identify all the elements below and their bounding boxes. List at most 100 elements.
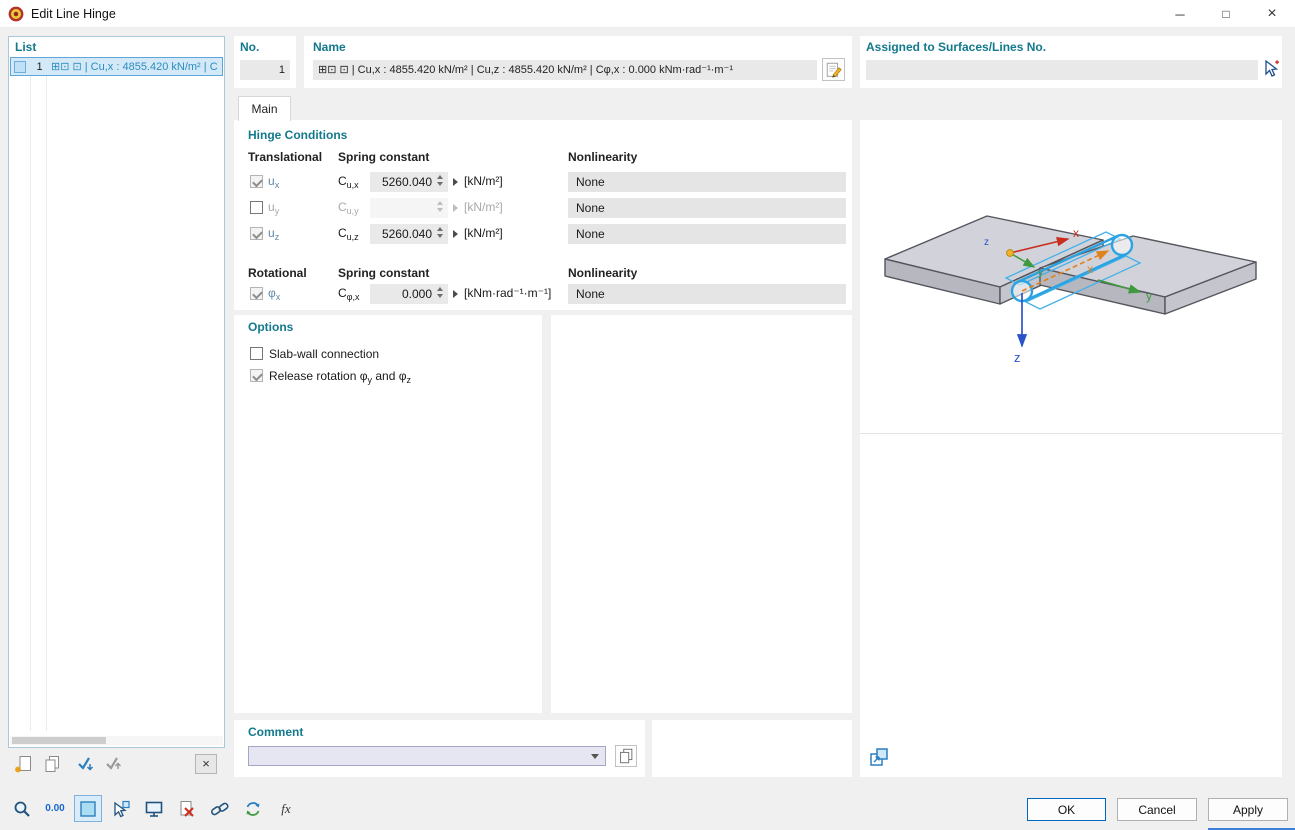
- list-horizontal-scrollbar[interactable]: [10, 736, 223, 745]
- copy-comment-button[interactable]: [615, 745, 637, 767]
- scrollbar-thumb[interactable]: [12, 737, 106, 744]
- spring-constant-phix-field[interactable]: 0.000: [370, 284, 448, 304]
- uncheck-arrow-icon: [106, 757, 122, 770]
- minimize-button[interactable]: ─: [1157, 0, 1203, 28]
- rotational-header: Rotational: [248, 266, 307, 280]
- hinge-name-field[interactable]: ⊞⊡ ⊡ | Cu,x : 4855.420 kN/m² | Cu,z : 48…: [313, 60, 817, 80]
- check-arrow-icon: [78, 757, 94, 771]
- decimal-places-button[interactable]: 0.00: [41, 795, 69, 822]
- options-title: Options: [248, 320, 294, 334]
- copy-hinge-button[interactable]: [40, 752, 64, 776]
- origin-node: [1006, 249, 1014, 257]
- exchange-button[interactable]: [239, 795, 267, 822]
- chain-icon: [211, 802, 229, 815]
- select-related-button[interactable]: [107, 795, 135, 822]
- cancel-button[interactable]: Cancel: [1117, 798, 1197, 821]
- expand-graphic-icon: [870, 748, 888, 766]
- assigned-card: Assigned to Surfaces/Lines No.: [860, 36, 1282, 88]
- x-axis-label: x: [1073, 226, 1079, 240]
- tab-main[interactable]: Main: [238, 96, 291, 121]
- line-hinge-icon: [14, 60, 26, 73]
- maximize-button[interactable]: □: [1203, 0, 1249, 28]
- empty-bottom-panel: [652, 720, 852, 777]
- nonlinearity-header: Nonlinearity: [568, 150, 638, 164]
- check-all-button[interactable]: [74, 752, 98, 776]
- name-card: Name ⊞⊡ ⊡ | Cu,x : 4855.420 kN/m² | Cu,z…: [304, 36, 852, 88]
- cuy-label: Cu,y: [338, 200, 359, 216]
- show-in-graphic-button[interactable]: [140, 795, 168, 822]
- new-hinge-button[interactable]: [12, 752, 36, 776]
- cux-label: Cu,x: [338, 174, 359, 190]
- copy-icon: [45, 756, 59, 772]
- sync-arrows-icon: [246, 801, 260, 816]
- color-swatch-button[interactable]: [74, 795, 102, 822]
- close-icon: ×: [1267, 5, 1277, 22]
- graphic-divider: [860, 433, 1282, 434]
- hinge-3d-preview[interactable]: x x y y z z: [860, 120, 1282, 430]
- comment-combobox[interactable]: [248, 746, 606, 766]
- app-icon: [8, 6, 24, 21]
- ux-detail-arrow[interactable]: [453, 178, 458, 186]
- ux-nonlinearity-select[interactable]: None: [568, 172, 846, 192]
- delete-list-item-button[interactable]: ×: [195, 754, 217, 774]
- uz-detail-arrow[interactable]: [453, 230, 458, 238]
- minimize-icon: ─: [1175, 6, 1185, 22]
- hinge-conditions-title: Hinge Conditions: [248, 128, 348, 142]
- spring-constant-ux-field[interactable]: 5260.040: [370, 172, 448, 192]
- delete-icon: [180, 800, 194, 817]
- list-panel: List 1 ⊞⊡ ⊡ | Cu,x : 4855.420 kN/m² | C: [8, 36, 225, 748]
- find-button[interactable]: [8, 795, 36, 822]
- list-item-number: 1: [36, 61, 43, 73]
- cuz-label: Cu,z: [338, 226, 359, 242]
- list-toolbar: ×: [8, 752, 225, 778]
- comment-title: Comment: [248, 725, 304, 739]
- uy-nonlinearity-select[interactable]: None: [568, 198, 846, 218]
- maximize-icon: □: [1222, 7, 1230, 21]
- uy-detail-arrow: [453, 204, 458, 212]
- uz-spinner[interactable]: [437, 227, 445, 238]
- copy-icon: [620, 748, 633, 764]
- function-button[interactable]: fx: [272, 795, 300, 822]
- z-axis-label: z: [1014, 350, 1021, 365]
- rename-button[interactable]: [822, 58, 845, 81]
- phix-nonlinearity-select[interactable]: None: [568, 284, 846, 304]
- uncheck-all-button[interactable]: [102, 752, 126, 776]
- ux-spinner[interactable]: [437, 175, 445, 186]
- hinge-number-field[interactable]: 1: [240, 60, 290, 80]
- close-button[interactable]: ×: [1249, 0, 1295, 28]
- link-button[interactable]: [206, 795, 234, 822]
- spring-constant-uy-field: [370, 198, 448, 218]
- uz-unit: [kN/m²]: [464, 226, 503, 240]
- ok-button[interactable]: OK: [1027, 798, 1106, 821]
- list-grid-line: [30, 57, 31, 731]
- hinge-x-axis-label: x: [1087, 262, 1093, 276]
- ux-unit: [kN/m²]: [464, 174, 503, 188]
- phix-spinner[interactable]: [437, 287, 445, 298]
- assigned-field[interactable]: [866, 60, 1258, 80]
- row-ux: ux Cu,x 5260.040 [kN/m²] None: [234, 172, 852, 192]
- y-axis-small-label: y: [1038, 268, 1043, 279]
- color-swatch-icon: [80, 800, 96, 817]
- edit-line-hinge-dialog: Edit Line Hinge ─ □ × List 1 ⊞⊡ ⊡ | Cu,x…: [0, 0, 1295, 830]
- hinge-conditions-card: Hinge Conditions Translational Spring co…: [234, 120, 852, 310]
- apply-button[interactable]: Apply: [1208, 798, 1288, 821]
- titlebar: Edit Line Hinge ─ □ ×: [0, 0, 1295, 28]
- select-objects-button[interactable]: [1259, 58, 1281, 80]
- decimal-places-icon: 0.00: [45, 803, 65, 814]
- delete-object-button[interactable]: [173, 795, 201, 822]
- uz-nonlinearity-select[interactable]: None: [568, 224, 846, 244]
- expand-graphic-button[interactable]: [868, 746, 890, 768]
- list-item-hinge-1[interactable]: 1 ⊞⊡ ⊡ | Cu,x : 4855.420 kN/m² | C: [10, 57, 223, 76]
- ux-label: ux: [268, 174, 280, 190]
- slab-wall-row: Slab-wall connection: [234, 346, 542, 364]
- magnifier-icon: [14, 801, 30, 817]
- no-label: No.: [240, 40, 260, 54]
- slab-wall-checkbox[interactable]: [250, 347, 263, 360]
- select-arrow-icon: [1265, 59, 1279, 77]
- uy-spinner: [437, 201, 445, 212]
- phix-detail-arrow[interactable]: [453, 290, 458, 298]
- uy-checkbox[interactable]: [250, 201, 263, 214]
- uy-unit: [kN/m²]: [464, 200, 503, 214]
- graphic-card: x x y y z z: [860, 120, 1282, 777]
- spring-constant-uz-field[interactable]: 5260.040: [370, 224, 448, 244]
